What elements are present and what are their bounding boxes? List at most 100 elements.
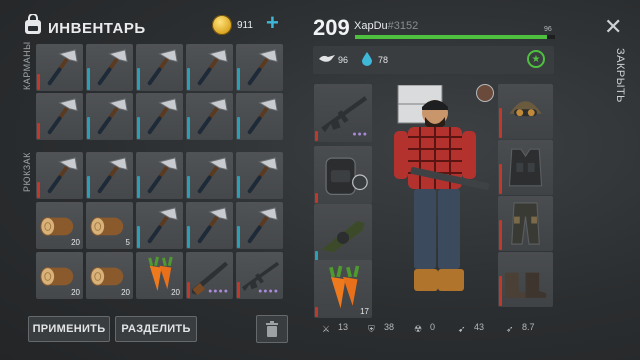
backpack-slot[interactable] <box>186 202 233 249</box>
gear-slot[interactable] <box>498 84 553 139</box>
boots-icon <box>504 272 547 298</box>
inventory-title: ИНВЕНТАРЬ <box>48 20 146 37</box>
axe-icon <box>197 207 228 244</box>
backpack-slot[interactable]: 20 <box>36 252 83 299</box>
backpack-slot[interactable]: 20 <box>136 252 183 299</box>
backpack-label: РЮКЗАК <box>22 152 32 192</box>
pocket-slot[interactable] <box>236 44 283 91</box>
durability-bar <box>499 276 502 306</box>
shield-icon: ⛨ <box>368 324 375 334</box>
axe-icon <box>97 49 128 86</box>
backpack-header-icon <box>25 14 41 34</box>
pocket-slot[interactable] <box>186 93 233 140</box>
durability-bar <box>87 176 90 198</box>
coin-count: 911 <box>237 20 253 31</box>
player-id: #3152 <box>387 20 419 32</box>
axe-icon <box>247 98 278 135</box>
durability-bar <box>315 307 318 317</box>
weight-icon <box>319 55 335 62</box>
item-quantity: 20 <box>71 288 80 297</box>
axe-icon <box>47 157 78 194</box>
item-quantity: ●●●● <box>258 288 279 295</box>
durability-bar <box>37 74 40 90</box>
durability-bar <box>499 164 502 194</box>
gear-slot[interactable] <box>498 140 553 195</box>
axe-icon <box>147 207 178 244</box>
backpack-slot[interactable] <box>136 152 183 199</box>
running-icon: ➹ <box>458 324 466 334</box>
item-quantity: 5 <box>125 238 130 247</box>
pocket-slot[interactable] <box>186 44 233 91</box>
defense-stat: ⛨ 38 <box>368 322 395 334</box>
durability-bar <box>499 108 502 138</box>
durability-bar <box>87 117 90 139</box>
apply-button[interactable]: ПРИМЕНИТЬ <box>28 316 110 342</box>
axe-icon <box>197 49 228 86</box>
sword-icon: ⚔ <box>322 324 331 334</box>
xp-bar <box>355 35 555 39</box>
pocket-slot[interactable] <box>236 93 283 140</box>
skin-badge-icon[interactable] <box>476 84 494 102</box>
axe-icon <box>147 98 178 135</box>
item-quantity: ●●●● <box>208 288 229 295</box>
pocket-slot[interactable] <box>136 44 183 91</box>
axe-icon <box>97 98 128 135</box>
close-icon[interactable]: ✕ <box>604 14 622 40</box>
pockets-label: КАРМАНЫ <box>22 41 32 90</box>
durability-bar <box>87 68 90 90</box>
backpack-slot[interactable]: ●●●● <box>186 252 233 299</box>
durability-bar <box>137 176 140 198</box>
axe-icon <box>247 49 278 86</box>
durability-bar <box>137 117 140 139</box>
pocket-slot[interactable] <box>136 93 183 140</box>
durability-bar <box>237 282 240 298</box>
pocket-slot[interactable] <box>36 44 83 91</box>
backpack-slot[interactable]: 20 <box>36 202 83 249</box>
gear-slot[interactable] <box>498 252 553 307</box>
backpack-slot[interactable] <box>186 152 233 199</box>
pants-icon <box>511 202 540 245</box>
durability-bar <box>137 226 140 248</box>
star-badge-icon[interactable]: ★ <box>527 50 545 68</box>
durability-bar <box>37 182 40 198</box>
backpack-slot[interactable] <box>236 202 283 249</box>
backpack-slot[interactable] <box>86 152 133 199</box>
backpack-slot[interactable] <box>136 202 183 249</box>
weapon-slot[interactable] <box>314 204 372 262</box>
split-button[interactable]: РАЗДЕЛИТЬ <box>115 316 197 342</box>
axe-icon <box>247 157 278 194</box>
backpack-slot[interactable]: 5 <box>86 202 133 249</box>
durability-bar <box>187 117 190 139</box>
weapon-slot[interactable]: ●●● <box>314 84 372 142</box>
trash-icon <box>266 321 278 337</box>
item-quantity: 20 <box>71 238 80 247</box>
durability-bar <box>237 226 240 248</box>
pocket-slot[interactable] <box>86 93 133 140</box>
durability-bar <box>37 123 40 139</box>
player-level: 209 <box>313 15 350 40</box>
add-coins-button[interactable]: + <box>266 12 279 34</box>
player-name: XapDu#3152 <box>354 20 419 32</box>
coin-icon <box>212 15 232 35</box>
durability-bar <box>137 68 140 90</box>
water-drop-icon <box>362 52 372 66</box>
item-quantity: 17 <box>360 307 369 316</box>
close-button[interactable]: ЗАКРЫТЬ <box>614 48 626 103</box>
grenade-launcher-icon <box>321 220 365 253</box>
speed-stat: ➹ 43 <box>458 322 485 334</box>
backpack-slot[interactable]: ●●●● <box>236 252 283 299</box>
backpack-slot[interactable] <box>36 152 83 199</box>
water-stat: 78 <box>378 55 389 65</box>
weight-stat: 96 <box>338 55 349 65</box>
backpack-slot[interactable] <box>236 152 283 199</box>
axe-icon <box>47 49 78 86</box>
pocket-slot[interactable] <box>36 93 83 140</box>
xp-label: 96 <box>544 26 552 33</box>
backpack-slot[interactable]: 20 <box>86 252 133 299</box>
weapon-slot[interactable]: 17 <box>314 260 372 318</box>
trash-button[interactable] <box>256 315 288 343</box>
gear-slot[interactable] <box>498 196 553 251</box>
backpack-icon <box>325 157 368 195</box>
weapon-slot[interactable] <box>314 146 372 204</box>
pocket-slot[interactable] <box>86 44 133 91</box>
